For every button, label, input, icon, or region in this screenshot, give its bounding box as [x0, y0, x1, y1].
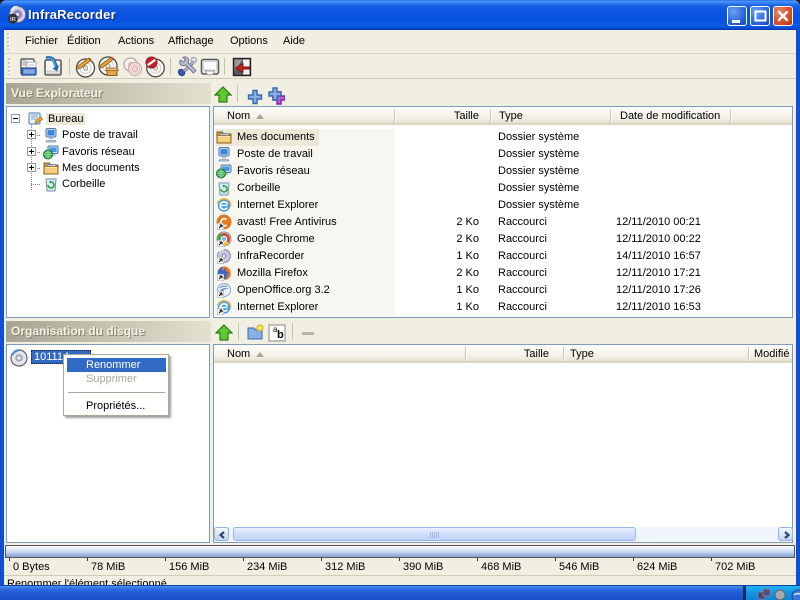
svg-text:IR: IR — [10, 17, 17, 23]
svg-text:b: b — [277, 329, 284, 341]
